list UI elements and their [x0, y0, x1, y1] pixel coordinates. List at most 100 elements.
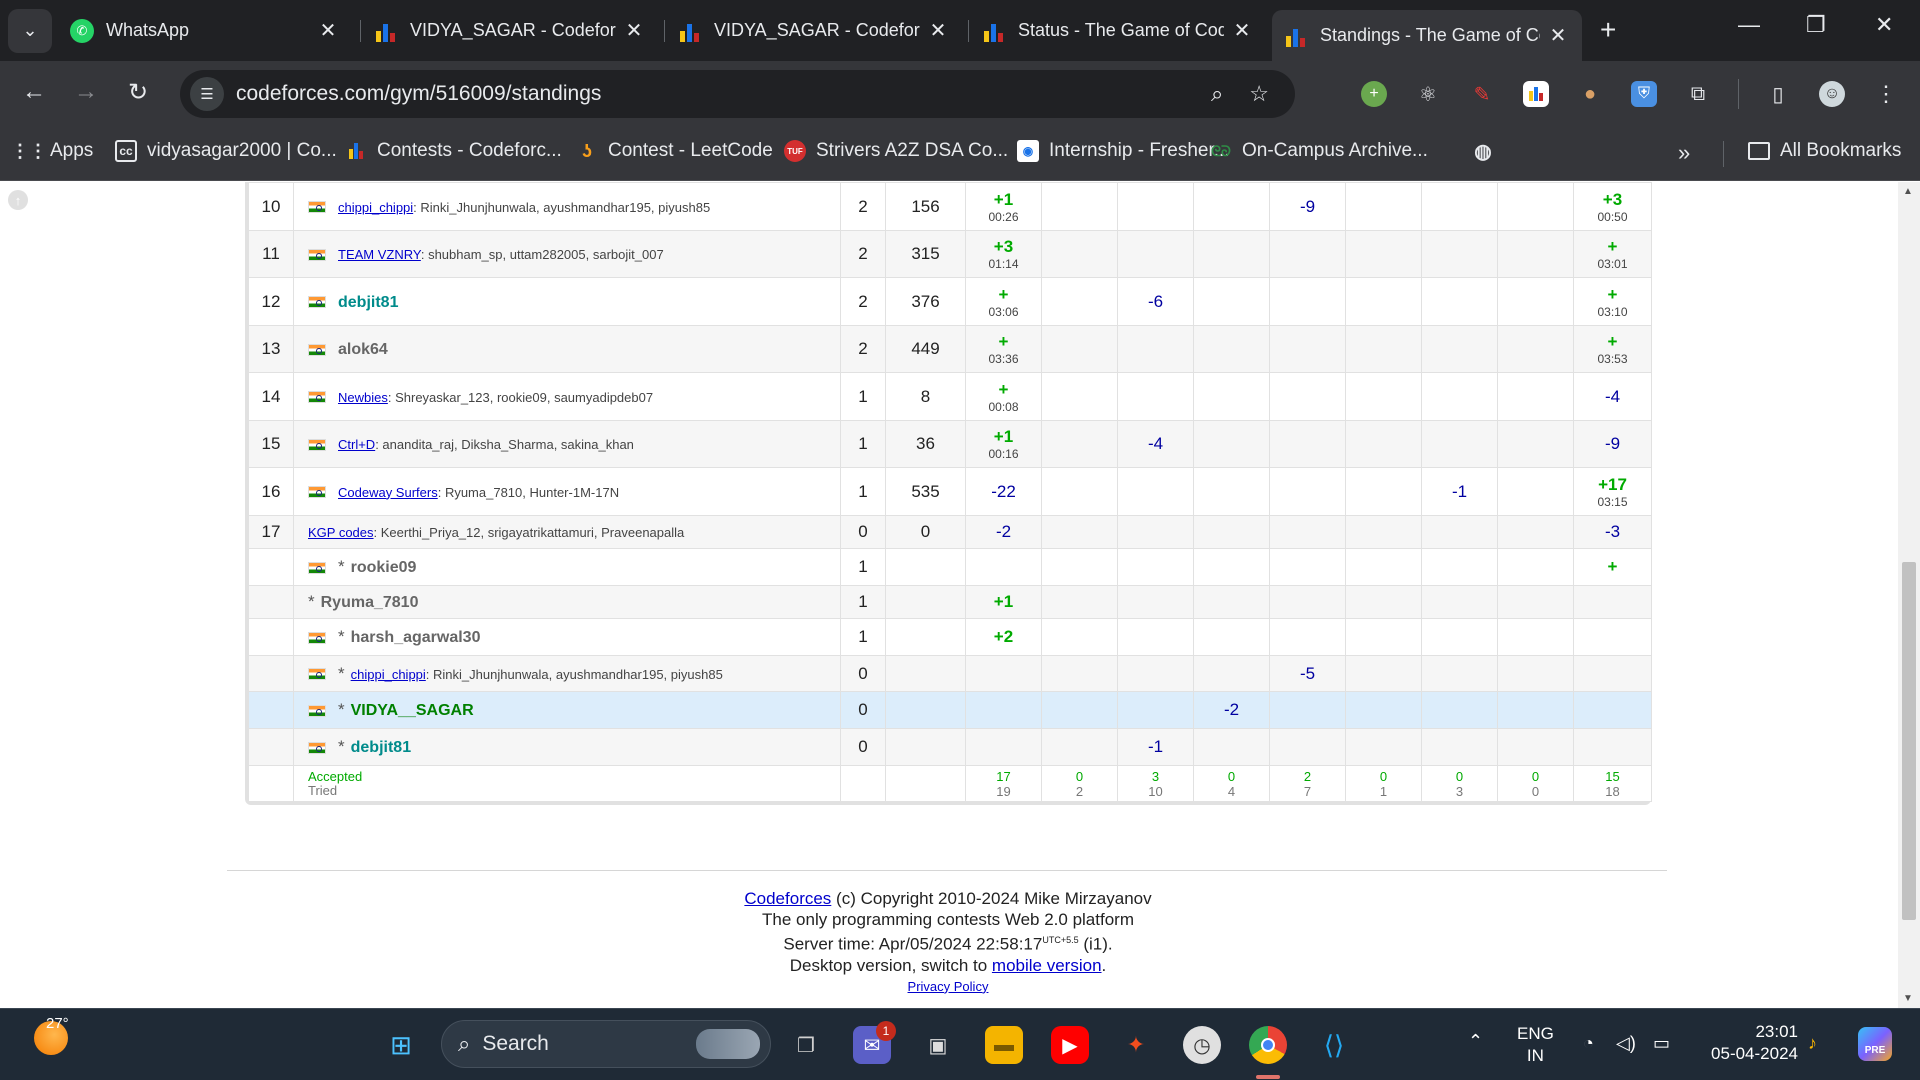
language-indicator[interactable]: ENG IN — [1517, 1023, 1554, 1067]
minimize-button[interactable]: — — [1738, 12, 1760, 38]
problem-cell[interactable]: + — [1573, 548, 1652, 586]
tray-overflow-chevron-icon[interactable]: ⌃ — [1468, 1031, 1483, 1052]
weather-temp[interactable]: 27° — [46, 1015, 69, 1032]
menu-kebab-icon[interactable]: ⋮ — [1873, 81, 1899, 107]
scroll-down-arrow[interactable]: ▼ — [1903, 993, 1913, 1004]
bookmark-leetcode[interactable]: ʖ Contest - LeetCode — [576, 140, 773, 162]
team-link[interactable]: Ctrl+D — [338, 437, 375, 452]
close-tab-icon[interactable]: ✕ — [1232, 18, 1252, 43]
problem-cell[interactable]: -9 — [1269, 182, 1346, 231]
photos-app-icon[interactable]: ▣ — [919, 1026, 957, 1064]
problem-cell[interactable]: +03:01 — [1573, 230, 1652, 278]
side-panel-icon[interactable]: ▯ — [1765, 81, 1791, 107]
back-button[interactable]: ← — [22, 78, 46, 106]
address-url[interactable]: codeforces.com/gym/516009/standings — [236, 82, 1211, 106]
mobile-version-link[interactable]: mobile version — [992, 956, 1102, 975]
participant-handle[interactable]: rookie09 — [351, 559, 417, 576]
forward-button[interactable]: → — [74, 78, 98, 106]
bookmark-vidyasagar[interactable]: cc vidyasagar2000 | Co... — [115, 140, 337, 162]
tab-5[interactable]: Standings - The Game of Code ✕ — [1272, 10, 1582, 61]
problem-cell[interactable]: -3 — [1573, 515, 1652, 549]
windows-start-icon[interactable]: ⊞ — [382, 1026, 420, 1064]
problem-cell[interactable]: -6 — [1117, 277, 1194, 326]
bookmark-globe[interactable]: ◍ — [1472, 140, 1504, 163]
close-tab-icon[interactable]: ✕ — [928, 18, 948, 43]
bookmark-oncampus[interactable]: ᘓᘐ On-Campus Archive... — [1210, 140, 1428, 162]
close-tab-icon[interactable]: ✕ — [1548, 23, 1568, 48]
problem-cell[interactable]: -2 — [1193, 691, 1270, 729]
problem-cell[interactable]: +2 — [965, 618, 1042, 656]
problem-cell[interactable]: -4 — [1117, 420, 1194, 468]
problem-cell[interactable]: +00:08 — [965, 372, 1042, 421]
codeforces-link[interactable]: Codeforces — [744, 889, 831, 908]
close-window-button[interactable]: ✕ — [1875, 12, 1893, 38]
task-view-icon[interactable]: ❐ — [787, 1026, 825, 1064]
privacy-policy-link[interactable]: Privacy Policy — [908, 979, 989, 994]
problem-cell[interactable]: -9 — [1573, 420, 1652, 468]
address-bar[interactable]: ☰ codeforces.com/gym/516009/standings ⌕ … — [180, 70, 1295, 118]
tab-1[interactable]: ✆ WhatsApp ✕ — [56, 10, 352, 51]
problem-cell[interactable]: +3 01:14 — [965, 230, 1042, 278]
scroll-up-icon[interactable]: ↑ — [8, 190, 28, 210]
youtube-icon[interactable]: ▶ — [1051, 1026, 1089, 1064]
problem-cell[interactable]: +03:10 — [1573, 277, 1652, 326]
bookmark-codeforces-contests[interactable]: Contests - Codeforc... — [345, 140, 562, 162]
participant-handle[interactable]: harsh_agarwal30 — [351, 629, 481, 646]
team-link[interactable]: chippi_chippi — [351, 667, 426, 682]
problem-cell[interactable]: +03:36 — [965, 325, 1042, 373]
problem-cell[interactable]: -2 — [965, 515, 1042, 549]
figma-icon[interactable]: ✦ — [1117, 1026, 1155, 1064]
notifications-bell-icon[interactable]: ♪ — [1808, 1033, 1817, 1054]
problem-cell[interactable]: -1 — [1117, 728, 1194, 766]
extension-shield-icon[interactable]: ⛨ — [1631, 81, 1657, 107]
extension-add-icon[interactable]: + — [1361, 81, 1387, 107]
copilot-pre-icon[interactable]: PRE — [1858, 1027, 1892, 1061]
bookmark-internship[interactable]: ◉ Internship - Fresher... — [1017, 140, 1230, 162]
wifi-icon[interactable]: ◔ — [1583, 1033, 1594, 1054]
problem-cell[interactable]: +3 00:50 — [1573, 182, 1652, 231]
extension-codeforces-icon[interactable] — [1523, 81, 1549, 107]
file-explorer-icon[interactable]: ▬ — [985, 1026, 1023, 1064]
vscode-icon[interactable]: ⟨⟩ — [1315, 1026, 1353, 1064]
extension-cookie-icon[interactable]: ● — [1577, 81, 1603, 107]
profile-avatar[interactable]: ☺ — [1819, 81, 1845, 107]
scroll-up-arrow[interactable]: ▲ — [1903, 186, 1913, 197]
participant-handle[interactable]: debjit81 — [338, 294, 398, 311]
close-tab-icon[interactable]: ✕ — [624, 18, 644, 43]
problem-cell[interactable]: -4 — [1573, 372, 1652, 421]
team-link[interactable]: KGP codes — [308, 525, 374, 540]
bookmark-apps[interactable]: ⋮⋮ Apps — [11, 140, 93, 162]
problem-cell[interactable]: +1 — [965, 585, 1042, 619]
reload-button[interactable]: ↻ — [128, 78, 148, 107]
team-link[interactable]: chippi_chippi — [338, 200, 413, 215]
problem-cell[interactable]: -5 — [1269, 655, 1346, 692]
site-info-icon[interactable]: ☰ — [190, 77, 224, 111]
new-tab-button[interactable]: + — [1600, 14, 1616, 46]
tab-3[interactable]: VIDYA_SAGAR - Codeforces ✕ — [666, 10, 962, 51]
all-bookmarks[interactable]: All Bookmarks — [1748, 140, 1901, 162]
restore-button[interactable]: ❐ — [1806, 12, 1826, 38]
volume-icon[interactable]: ◁) — [1616, 1033, 1636, 1054]
system-clock[interactable]: 23:01 05-04-2024 — [1698, 1021, 1798, 1065]
team-link[interactable]: TEAM VZNRY — [338, 247, 421, 262]
clock-app-icon[interactable]: ◷ — [1183, 1026, 1221, 1064]
battery-icon[interactable]: ▭ — [1653, 1033, 1670, 1054]
page-scrollbar[interactable]: ▲ ▼ — [1898, 182, 1920, 1008]
problem-cell[interactable]: +1 00:16 — [965, 420, 1042, 468]
extension-react-icon[interactable]: ⚛ — [1415, 81, 1441, 107]
problem-cell[interactable]: +03:53 — [1573, 325, 1652, 373]
tab-2[interactable]: VIDYA_SAGAR - Codeforces ✕ — [362, 10, 658, 51]
scrollbar-thumb[interactable] — [1902, 562, 1916, 920]
bookmark-strivers[interactable]: TUF Strivers A2Z DSA Co... — [784, 140, 1008, 162]
tab-4[interactable]: Status - The Game of Code ✕ — [970, 10, 1266, 51]
problem-cell[interactable]: -22 — [965, 467, 1042, 516]
more-bookmarks-chevron-icon[interactable]: » — [1678, 140, 1690, 166]
participant-handle[interactable]: Ryuma_7810 — [321, 594, 419, 611]
problem-cell[interactable]: -1 — [1421, 467, 1498, 516]
bookmark-star-icon[interactable]: ☆ — [1249, 81, 1269, 107]
close-tab-icon[interactable]: ✕ — [318, 18, 338, 43]
participant-handle[interactable]: alok64 — [338, 341, 388, 358]
participant-handle[interactable]: VIDYA__SAGAR — [351, 702, 474, 719]
tab-search-button[interactable]: ⌄ — [8, 8, 52, 53]
participant-handle[interactable]: debjit81 — [351, 739, 411, 756]
